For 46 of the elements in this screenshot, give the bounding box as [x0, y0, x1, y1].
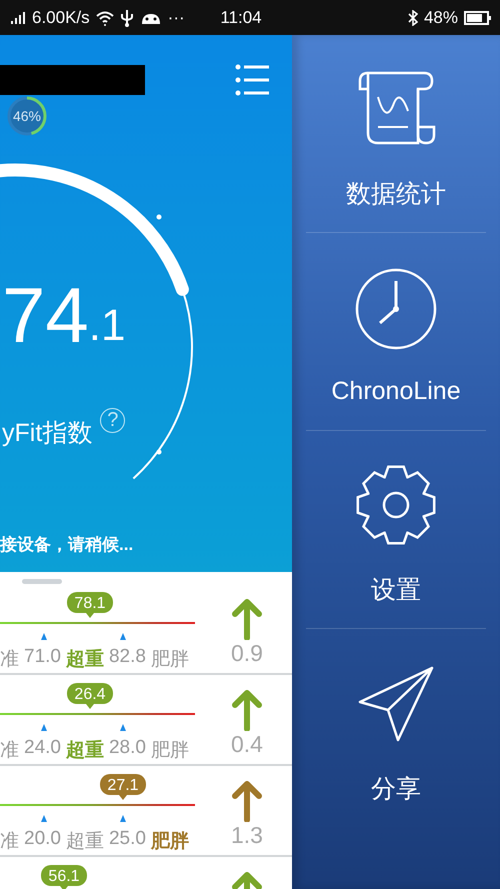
sidebar-item[interactable]: 数据统计	[306, 35, 486, 233]
scale-label: 20.0	[24, 828, 61, 851]
scale-label: 28.0	[108, 737, 146, 760]
score-decimal: .1	[88, 304, 126, 348]
tick-marker	[120, 815, 126, 822]
scale-label: 肥胖	[150, 739, 189, 763]
score-value: 74	[2, 282, 89, 348]
bluetooth-icon	[408, 10, 418, 26]
network-speed: 6.00K/s	[32, 8, 90, 28]
menu-icon[interactable]	[234, 63, 270, 97]
scale-label: 肥胖	[150, 648, 189, 672]
scale-label: 肥胖	[150, 830, 189, 854]
settings-icon	[354, 463, 438, 547]
index-label: yFit指数	[2, 418, 92, 449]
tick-marker	[120, 724, 126, 731]
wifi-icon	[96, 10, 114, 26]
drag-handle[interactable]	[22, 579, 62, 584]
battery-percent: 48%	[424, 8, 458, 28]
sidebar-item[interactable]: 设置	[306, 431, 486, 629]
clock-icon	[354, 267, 438, 351]
scale-label: 24.0	[24, 737, 61, 760]
signal-icon	[10, 10, 26, 24]
battery-icon	[464, 10, 492, 26]
scale-label: 超重	[66, 830, 104, 854]
scale-label: 准	[0, 830, 19, 854]
scale-label: 准	[0, 648, 19, 672]
sidebar-item[interactable]: ChronoLine	[306, 233, 486, 431]
scale-label: 准	[0, 739, 19, 763]
scale-label: 超重	[66, 738, 104, 763]
scale-label: 71.0	[24, 646, 61, 669]
tick-marker	[41, 815, 47, 822]
progress-ring: 46%	[6, 95, 48, 137]
more-notifications: ···	[168, 8, 185, 28]
scale-label: 超重	[66, 648, 104, 672]
tick-marker	[41, 633, 47, 640]
sidebar-item[interactable]: 分享	[292, 629, 500, 827]
change-value: 0.4	[231, 731, 263, 758]
tick-marker	[120, 633, 126, 640]
usb-icon	[120, 8, 134, 26]
change-value: 0.9	[231, 640, 263, 667]
clock-time: 11:04	[220, 8, 262, 28]
scale-label: 82.8	[108, 646, 146, 669]
value-bubble: 56.1	[41, 865, 88, 889]
change-value: 1.3	[231, 822, 263, 849]
scale-label: 25.0	[108, 828, 146, 851]
tick-marker	[41, 724, 47, 731]
